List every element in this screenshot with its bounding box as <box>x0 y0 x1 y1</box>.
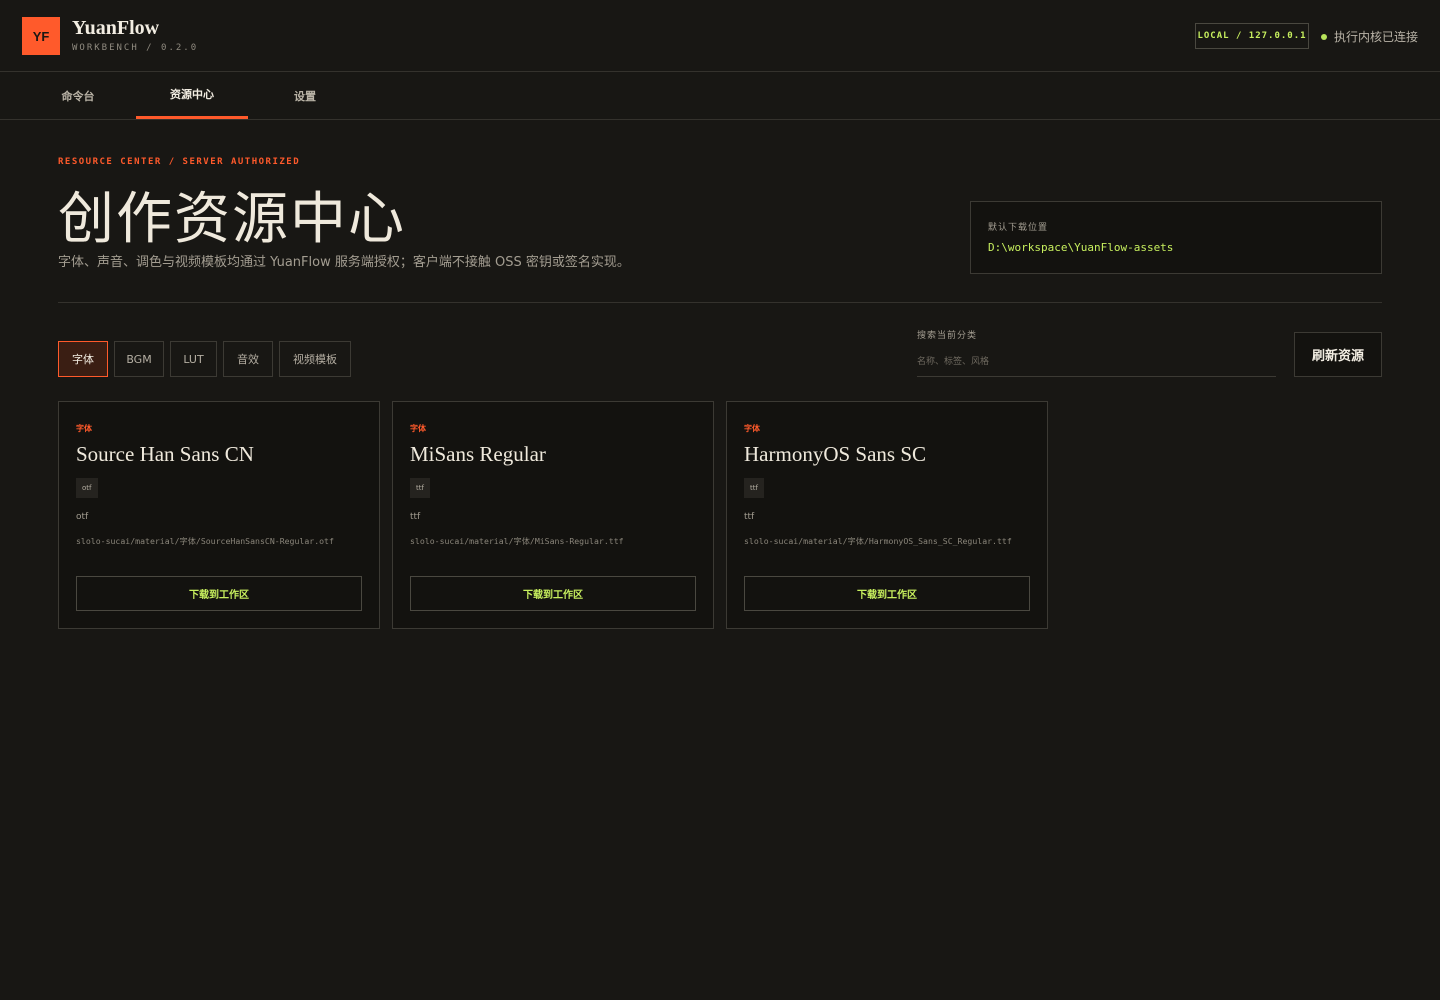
filter-chip-sfx[interactable]: 音效 <box>223 341 273 377</box>
section-divider <box>58 302 1382 303</box>
download-location-panel[interactable]: 默认下载位置 D:\workspace\YuanFlow-assets <box>970 201 1382 274</box>
tab-settings[interactable]: 设置 <box>248 72 362 119</box>
search-input[interactable] <box>917 348 1276 377</box>
download-location-label: 默认下载位置 <box>988 223 1049 233</box>
status-dot-icon <box>1321 33 1327 40</box>
download-button[interactable]: 下载到工作区 <box>744 576 1030 611</box>
card-tag: ttf <box>410 478 430 498</box>
download-button[interactable]: 下载到工作区 <box>76 576 362 611</box>
card-title: Source Han Sans CN <box>76 442 254 466</box>
server-badge: LOCAL / 127.0.0.1 <box>1195 23 1309 49</box>
app-name: YuanFlow <box>72 17 160 39</box>
refresh-button[interactable]: 刷新资源 <box>1294 332 1382 377</box>
tab-resource-center[interactable]: 资源中心 <box>136 72 248 119</box>
card-path: slolo-sucai/material/字体/HarmonyOS_Sans_S… <box>744 536 1012 546</box>
app-version: WORKBENCH / 0.2.0 <box>72 43 199 53</box>
card-tag: ttf <box>744 478 764 498</box>
app-logo[interactable]: YF <box>22 17 60 55</box>
filter-chip-font[interactable]: 字体 <box>58 341 108 377</box>
page-title: 创作资源中心 <box>58 187 406 252</box>
card-format: ttf <box>744 512 755 522</box>
card-category: 字体 <box>76 424 92 433</box>
app-header: YF YuanFlow WORKBENCH / 0.2.0 LOCAL / 12… <box>0 0 1440 72</box>
search-label: 搜索当前分类 <box>917 331 978 341</box>
card-tag: otf <box>76 478 98 498</box>
card-category: 字体 <box>410 424 426 433</box>
connection-status: 执行内核已连接 <box>1321 28 1418 45</box>
resource-card: 字体 MiSans Regular ttf ttf slolo-sucai/ma… <box>392 401 714 629</box>
card-title: HarmonyOS Sans SC <box>744 442 927 466</box>
card-format: otf <box>76 512 89 522</box>
main-nav: 命令台 资源中心 设置 <box>0 72 1440 120</box>
filter-chip-video-template[interactable]: 视频模板 <box>279 341 351 377</box>
filter-chip-bgm[interactable]: BGM <box>114 341 164 377</box>
card-path: slolo-sucai/material/字体/MiSans-Regular.t… <box>410 536 624 546</box>
download-button[interactable]: 下载到工作区 <box>410 576 696 611</box>
tab-console[interactable]: 命令台 <box>20 72 136 119</box>
card-format: ttf <box>410 512 421 522</box>
page-subtitle: 字体、声音、调色与视频模板均通过 YuanFlow 服务端授权；客户端不接触 O… <box>58 255 630 270</box>
card-category: 字体 <box>744 424 760 433</box>
card-title: MiSans Regular <box>410 442 546 466</box>
resource-card: 字体 HarmonyOS Sans SC ttf ttf slolo-sucai… <box>726 401 1048 629</box>
resource-card: 字体 Source Han Sans CN otf otf slolo-suca… <box>58 401 380 629</box>
page-eyebrow: RESOURCE CENTER / SERVER AUTHORIZED <box>58 157 301 167</box>
status-text: 执行内核已连接 <box>1334 30 1419 44</box>
card-path: slolo-sucai/material/字体/SourceHanSansCN-… <box>76 536 334 546</box>
download-location-path: D:\workspace\YuanFlow-assets <box>988 241 1174 254</box>
filter-chip-lut[interactable]: LUT <box>170 341 217 377</box>
